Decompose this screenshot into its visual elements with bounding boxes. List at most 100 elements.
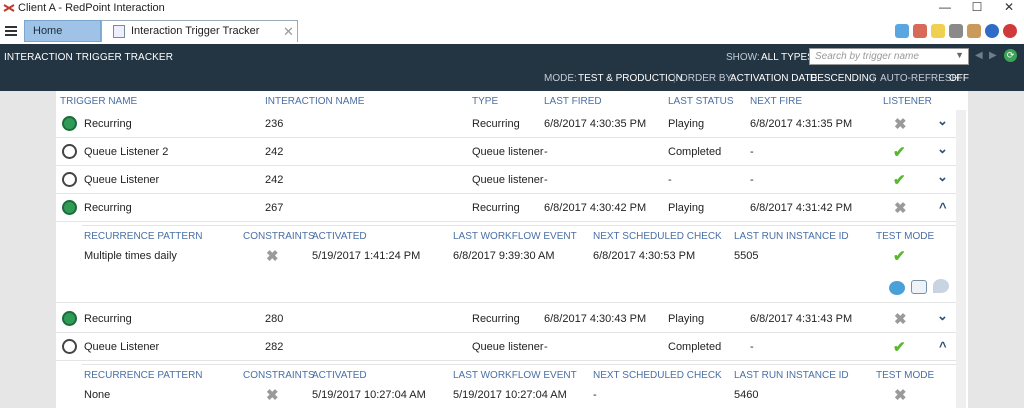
close-tab-icon[interactable]: ✕ — [283, 24, 294, 40]
chevron-up-icon[interactable]: ^ — [939, 200, 947, 215]
mode-value[interactable]: TEST & PRODUCTION — [578, 73, 683, 84]
tab-home[interactable]: Home — [24, 20, 101, 42]
refresh-icon[interactable]: ⟳ — [1004, 49, 1017, 62]
headset-listener-icon — [62, 144, 77, 159]
constraints-off-icon: ✖ — [266, 387, 279, 404]
recurring-trigger-icon — [62, 200, 77, 215]
col-next-fire[interactable]: NEXT FIRE — [750, 96, 802, 107]
headset-listener-icon — [62, 339, 77, 354]
listener-off-icon: ✖ — [894, 311, 907, 328]
detail-col-activated: ACTIVATED — [312, 231, 367, 242]
detail-col-last-run-instance: LAST RUN INSTANCE ID — [734, 231, 849, 242]
bird-icon[interactable] — [895, 24, 909, 38]
next-fire: - — [750, 174, 754, 186]
trigger-name: Queue Listener 2 — [84, 146, 169, 158]
last-fired: - — [544, 341, 548, 353]
listener-off-icon: ✖ — [894, 200, 907, 217]
trigger-name: Queue Listener — [84, 341, 160, 353]
help-icon[interactable] — [985, 24, 999, 38]
detail-col-constraints: CONSTRAINTS — [243, 370, 315, 381]
last-run-instance-id: 5460 — [734, 389, 759, 401]
tab-interaction-trigger-tracker[interactable]: Interaction Trigger Tracker ✕ — [101, 20, 298, 42]
magnifier-icon[interactable] — [933, 279, 949, 293]
recurrence-pattern: Multiple times daily — [84, 250, 177, 262]
detail-col-last-workflow-event: LAST WORKFLOW EVENT — [453, 370, 577, 381]
order-by-direction[interactable]: DESCENDING — [810, 73, 877, 84]
chevron-down-icon[interactable]: ⌄ — [937, 141, 948, 157]
exit-icon[interactable] — [1003, 24, 1017, 38]
detail-col-recurrence-pattern: RECURRENCE PATTERN — [84, 231, 203, 242]
scrollbar[interactable] — [956, 110, 966, 408]
last-status: Playing — [668, 202, 705, 214]
view-interaction-icon[interactable] — [889, 281, 905, 295]
trigger-type: Recurring — [472, 118, 520, 130]
last-status: Playing — [668, 313, 705, 325]
col-listener[interactable]: LISTENER — [883, 96, 932, 107]
trigger-name: Recurring — [84, 118, 132, 130]
window-title: Client A - RedPoint Interaction — [18, 2, 165, 14]
document-icon — [113, 25, 125, 38]
next-fire: - — [750, 341, 754, 353]
last-status: Completed — [668, 341, 722, 353]
trigger-name: Queue Listener — [84, 174, 160, 186]
constraints-off-icon: ✖ — [266, 248, 279, 265]
last-workflow-event: 6/8/2017 9:39:30 AM — [453, 250, 555, 262]
activated: 5/19/2017 1:41:24 PM — [312, 250, 421, 262]
tab-label: Interaction Trigger Tracker — [131, 25, 260, 37]
chevron-up-icon[interactable]: ^ — [939, 339, 947, 354]
next-fire: 6/8/2017 4:31:42 PM — [750, 202, 853, 214]
recurrence-pattern: None — [84, 389, 111, 401]
col-last-fired[interactable]: LAST FIRED — [544, 96, 602, 107]
trigger-name: Recurring — [84, 313, 132, 325]
tools-icon[interactable] — [967, 24, 981, 38]
interaction-name: 280 — [265, 313, 284, 325]
interaction-name: 236 — [265, 118, 284, 130]
interaction-name: 267 — [265, 202, 284, 214]
col-last-status[interactable]: LAST STATUS — [668, 96, 734, 107]
trigger-type: Queue listener — [472, 146, 544, 158]
prev-icon[interactable]: ◀ — [975, 50, 983, 61]
last-fired: 6/8/2017 4:30:35 PM — [544, 118, 647, 130]
last-status: - — [668, 174, 672, 186]
detail-col-test-mode: TEST MODE — [876, 231, 935, 242]
detail-col-next-scheduled-check: NEXT SCHEDULED CHECK — [593, 370, 722, 381]
hamburger-menu-icon[interactable] — [5, 26, 17, 36]
last-fired: - — [544, 146, 548, 158]
order-by-field[interactable]: ACTIVATION DATE — [730, 73, 817, 84]
chevron-down-icon[interactable]: ⌄ — [937, 113, 948, 129]
show-filter[interactable]: ALL TYPES — [761, 52, 814, 63]
listener-on-icon: ✔ — [893, 172, 906, 189]
auto-refresh-value[interactable]: OFF — [949, 73, 969, 84]
col-trigger-name[interactable]: TRIGGER NAME — [60, 96, 137, 107]
dropdown-arrow-icon[interactable]: ▼ — [955, 50, 964, 60]
notes-icon[interactable] — [931, 24, 945, 38]
show-label: SHOW: — [726, 52, 760, 63]
app-logo-icon — [3, 4, 15, 12]
maximize-button[interactable]: ☐ — [962, 0, 992, 16]
next-icon[interactable]: ▶ — [989, 50, 997, 61]
detail-col-recurrence-pattern: RECURRENCE PATTERN — [84, 370, 203, 381]
mode-label: MODE: — [544, 73, 577, 84]
col-type[interactable]: TYPE — [472, 96, 498, 107]
listener-on-icon: ✔ — [893, 144, 906, 161]
last-status: Completed — [668, 146, 722, 158]
open-window-icon[interactable] — [911, 280, 927, 294]
chevron-down-icon[interactable]: ⌄ — [937, 169, 948, 185]
chevron-down-icon[interactable]: ⌄ — [937, 308, 948, 324]
trigger-type: Queue listener — [472, 174, 544, 186]
minimize-button[interactable]: — — [930, 0, 960, 16]
search-input[interactable]: Search by trigger name ▼ — [809, 48, 969, 65]
title-bar: Client A - RedPoint Interaction — ☐ ✕ — [0, 0, 1024, 16]
close-window-button[interactable]: ✕ — [994, 0, 1024, 16]
trigger-name: Recurring — [84, 202, 132, 214]
recurring-trigger-icon — [62, 311, 77, 326]
right-margin — [968, 91, 1024, 408]
export-icon[interactable] — [913, 24, 927, 38]
settings-icon[interactable] — [949, 24, 963, 38]
interaction-name: 282 — [265, 341, 284, 353]
next-scheduled-check: - — [593, 389, 597, 401]
last-fired: 6/8/2017 4:30:43 PM — [544, 313, 647, 325]
headset-listener-icon — [62, 172, 77, 187]
col-interaction-name[interactable]: INTERACTION NAME — [265, 96, 364, 107]
detail-col-next-scheduled-check: NEXT SCHEDULED CHECK — [593, 231, 722, 242]
